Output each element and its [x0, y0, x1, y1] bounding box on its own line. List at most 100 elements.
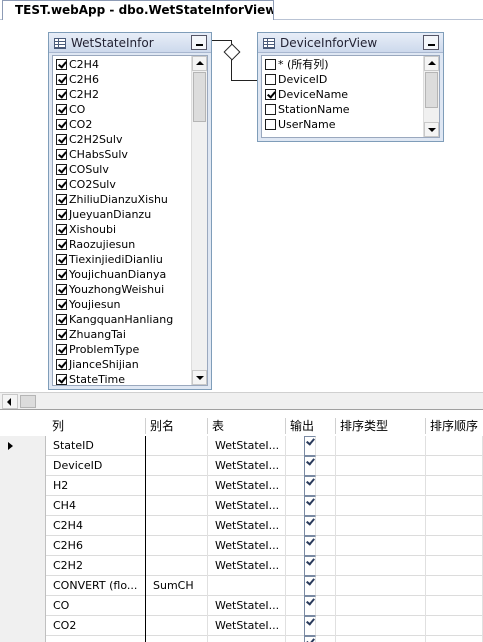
column-item[interactable]: YouzhongWeishui: [53, 282, 190, 297]
column-item[interactable]: UserName: [262, 117, 422, 132]
row-selector[interactable]: [0, 516, 46, 536]
column-item[interactable]: CO2: [53, 117, 190, 132]
header-sort-order[interactable]: 排序顺序: [426, 418, 483, 434]
column-list-scrollbar[interactable]: [191, 56, 207, 385]
cell-column[interactable]: CO: [46, 596, 146, 616]
cell-table[interactable]: WetStateI...: [208, 436, 286, 456]
cell-alias[interactable]: [146, 596, 208, 616]
column-checkbox[interactable]: [265, 89, 276, 100]
header-output[interactable]: 输出: [286, 418, 336, 434]
column-checkbox[interactable]: [56, 314, 67, 325]
minimize-button[interactable]: [191, 35, 207, 50]
column-checkbox[interactable]: [265, 59, 276, 70]
grid-row[interactable]: CH4 WetStateI...: [0, 496, 483, 516]
column-checkbox[interactable]: [56, 194, 67, 205]
cell-output[interactable]: [286, 536, 336, 556]
column-item[interactable]: KangquanHanliang: [53, 312, 190, 327]
grid-row[interactable]: CO WetStateI...: [0, 596, 483, 616]
cell-sort-order[interactable]: [426, 576, 483, 596]
grid-row[interactable]: H2 WetStateI...: [0, 476, 483, 496]
cell-sort-type[interactable]: [336, 576, 426, 596]
row-selector[interactable]: [0, 636, 46, 642]
column-item[interactable]: Raozujiesun: [53, 237, 190, 252]
column-checkbox[interactable]: [56, 59, 67, 70]
grid-row[interactable]: CO2 WetStateI...: [0, 616, 483, 636]
grid-row[interactable]: CONVERT (flo... SumCH: [0, 576, 483, 596]
scroll-left-icon[interactable]: [2, 394, 18, 409]
cell-column[interactable]: StateID: [46, 436, 146, 456]
cell-sort-type[interactable]: [336, 636, 426, 642]
column-item[interactable]: TiexinjiediDianliu: [53, 252, 190, 267]
grid-row[interactable]: C2H4 WetStateI...: [0, 516, 483, 536]
column-item[interactable]: COSulv: [53, 162, 190, 177]
scroll-thumb[interactable]: [20, 395, 36, 408]
cell-column[interactable]: [46, 636, 146, 642]
column-item[interactable]: C2H2: [53, 87, 190, 102]
row-selector[interactable]: [0, 596, 46, 616]
cell-alias[interactable]: [146, 456, 208, 476]
table-window-header[interactable]: DeviceInforView: [258, 33, 443, 53]
cell-sort-type[interactable]: [336, 476, 426, 496]
diagram-horizontal-scrollbar[interactable]: [0, 392, 483, 410]
column-checkbox[interactable]: [56, 179, 67, 190]
column-item[interactable]: CO2Sulv: [53, 177, 190, 192]
output-checkbox[interactable]: [304, 576, 316, 596]
cell-alias[interactable]: [146, 436, 208, 456]
cell-output[interactable]: [286, 596, 336, 616]
scroll-thumb[interactable]: [425, 72, 438, 108]
column-item[interactable]: DeviceName: [262, 87, 422, 102]
column-item[interactable]: CO: [53, 102, 190, 117]
column-item[interactable]: JianceShijian: [53, 357, 190, 372]
output-checkbox[interactable]: [304, 436, 316, 456]
cell-sort-order[interactable]: [426, 496, 483, 516]
cell-column[interactable]: CO2: [46, 616, 146, 636]
column-item[interactable]: Youjiesun: [53, 297, 190, 312]
cell-output[interactable]: [286, 616, 336, 636]
cell-output[interactable]: [286, 496, 336, 516]
cell-sort-type[interactable]: [336, 596, 426, 616]
column-checkbox[interactable]: [56, 299, 67, 310]
cell-table[interactable]: WetStateI...: [208, 596, 286, 616]
column-item[interactable]: ZhuangTai: [53, 327, 190, 342]
header-column[interactable]: 列: [46, 418, 146, 434]
column-checkbox[interactable]: [56, 359, 67, 370]
row-selector[interactable]: [0, 576, 46, 596]
tab-wetstateinforview[interactable]: TEST.webApp - dbo.WetStateInforView*: [2, 0, 274, 20]
column-item[interactable]: C2H4: [53, 57, 190, 72]
row-selector[interactable]: [0, 536, 46, 556]
output-checkbox[interactable]: [304, 556, 316, 576]
grid-row[interactable]: [0, 636, 483, 642]
header-alias[interactable]: 别名: [146, 418, 208, 434]
table-window-deviceinforview[interactable]: DeviceInforView * (所有列) DeviceID DeviceNam…: [257, 32, 444, 142]
cell-sort-order[interactable]: [426, 556, 483, 576]
cell-alias[interactable]: [146, 476, 208, 496]
cell-sort-type[interactable]: [336, 436, 426, 456]
scroll-down-icon[interactable]: [192, 370, 207, 385]
output-checkbox[interactable]: [304, 516, 316, 536]
cell-table[interactable]: WetStateI...: [208, 556, 286, 576]
cell-column[interactable]: DeviceID: [46, 456, 146, 476]
cell-column[interactable]: C2H6: [46, 536, 146, 556]
grid-row[interactable]: C2H6 WetStateI...: [0, 536, 483, 556]
cell-column[interactable]: C2H4: [46, 516, 146, 536]
column-item[interactable]: C2H6: [53, 72, 190, 87]
cell-column[interactable]: CH4: [46, 496, 146, 516]
column-item[interactable]: ZhiliuDianzuXishu: [53, 192, 190, 207]
cell-sort-type[interactable]: [336, 556, 426, 576]
table-window-header[interactable]: WetStateInfor: [49, 33, 211, 53]
column-checkbox[interactable]: [56, 224, 67, 235]
output-checkbox[interactable]: [304, 616, 316, 636]
cell-output[interactable]: [286, 556, 336, 576]
table-window-wetstateinfor[interactable]: WetStateInfor C2H4 C2H6 C2H2 CO CO2 C2H2Sulv C…: [48, 32, 212, 390]
row-selector[interactable]: [0, 436, 46, 456]
column-checkbox[interactable]: [56, 269, 67, 280]
cell-alias[interactable]: [146, 616, 208, 636]
output-checkbox[interactable]: [304, 536, 316, 556]
cell-sort-order[interactable]: [426, 636, 483, 642]
cell-sort-order[interactable]: [426, 436, 483, 456]
cell-alias[interactable]: [146, 556, 208, 576]
cell-alias[interactable]: [146, 536, 208, 556]
column-checkbox[interactable]: [56, 149, 67, 160]
row-selector[interactable]: [0, 556, 46, 576]
column-list-scrollbar[interactable]: [423, 56, 439, 137]
